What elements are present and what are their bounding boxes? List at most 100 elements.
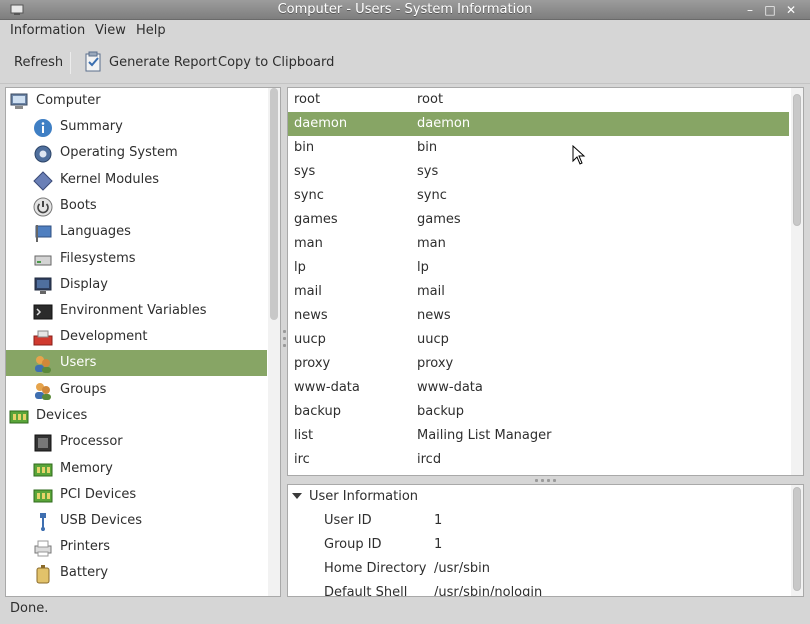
- drive-icon: [34, 255, 52, 266]
- menu-view[interactable]: View: [95, 23, 126, 38]
- realname-cell: backup: [417, 404, 464, 419]
- realname-cell: ircd: [417, 452, 442, 467]
- menu-information[interactable]: Information: [10, 23, 85, 38]
- realname-cell: games: [417, 212, 461, 227]
- detail-value: 1: [434, 537, 443, 552]
- copy-to-clipboard-button[interactable]: Copy to Clipboard: [218, 55, 334, 70]
- users-list-scroll-thumb[interactable]: [793, 94, 801, 226]
- table-row[interactable]: www-data www-data: [288, 376, 789, 400]
- pane-splitter-grip[interactable]: [283, 344, 286, 347]
- menu-bar: Information View Help: [0, 20, 810, 42]
- detail-key: User ID: [324, 513, 372, 528]
- sidebar-item-groups[interactable]: Groups: [6, 377, 267, 403]
- generate-report-button[interactable]: Generate Report: [109, 55, 217, 70]
- sidebar-item-devices[interactable]: Devices: [6, 403, 267, 429]
- status-text: Done.: [10, 601, 49, 616]
- sidebar-item-printers[interactable]: Printers: [6, 534, 267, 560]
- sidebar-item-label: Computer: [36, 93, 101, 108]
- collapse-arrow-icon[interactable]: [292, 493, 302, 499]
- sidebar-item-filesystems[interactable]: Filesystems: [6, 246, 267, 272]
- detail-value: 1: [434, 513, 443, 528]
- sidebar-item-environment-variables[interactable]: Environment Variables: [6, 298, 267, 324]
- username-cell: man: [294, 236, 323, 251]
- username-cell: news: [294, 308, 328, 323]
- sidebar-item-label: Groups: [60, 382, 107, 397]
- info-icon: [34, 119, 52, 137]
- username-cell: lp: [294, 260, 306, 275]
- username-cell: sys: [294, 164, 316, 179]
- table-row[interactable]: mail mail: [288, 280, 789, 304]
- realname-cell: lp: [417, 260, 429, 275]
- realname-cell: bin: [417, 140, 438, 155]
- memory-icon: [33, 463, 53, 477]
- sidebar-item-display[interactable]: Display: [6, 272, 267, 298]
- table-row[interactable]: daemon daemon: [288, 112, 789, 136]
- sidebar-item-computer[interactable]: Computer: [6, 88, 267, 114]
- table-row[interactable]: sync sync: [288, 184, 789, 208]
- sidebar-item-development[interactable]: Development: [6, 324, 267, 350]
- username-cell: uucp: [294, 332, 326, 347]
- table-row[interactable]: proxy proxy: [288, 352, 789, 376]
- sidebar-item-processor[interactable]: Processor: [6, 429, 267, 455]
- table-row[interactable]: bin bin: [288, 136, 789, 160]
- sidebar-item-usb-devices[interactable]: USB Devices: [6, 508, 267, 534]
- devices-icon: [9, 410, 29, 424]
- username-cell: backup: [294, 404, 341, 419]
- power-icon: [33, 197, 53, 217]
- vertical-splitter-grip[interactable]: [535, 479, 538, 482]
- realname-cell: mail: [417, 284, 445, 299]
- sidebar-item-boots[interactable]: Boots: [6, 193, 267, 219]
- realname-cell: daemon: [417, 116, 471, 131]
- development-icon: [33, 330, 53, 346]
- sidebar-item-summary[interactable]: Summary: [6, 114, 267, 140]
- refresh-button[interactable]: Refresh: [14, 55, 63, 70]
- pane-splitter-grip[interactable]: [283, 337, 286, 340]
- users-list-scrollbar[interactable]: [791, 88, 803, 475]
- sidebar-item-memory[interactable]: Memory: [6, 456, 267, 482]
- sidebar-item-pci-devices[interactable]: PCI Devices: [6, 482, 267, 508]
- sidebar-scroll-thumb[interactable]: [270, 88, 278, 320]
- minimize-button[interactable]: –: [742, 3, 758, 17]
- details-heading[interactable]: User Information: [309, 489, 418, 504]
- monitor-icon: [34, 277, 52, 294]
- table-row[interactable]: irc ircd: [288, 448, 789, 472]
- sidebar-item-battery[interactable]: Battery: [6, 560, 267, 586]
- sidebar-scrollbar[interactable]: [268, 88, 280, 596]
- details-scroll-thumb[interactable]: [793, 487, 801, 591]
- sidebar-item-languages[interactable]: Languages: [6, 219, 267, 245]
- sidebar-item-kernel-modules[interactable]: Kernel Modules: [6, 167, 267, 193]
- sidebar-item-label: Development: [60, 329, 148, 344]
- details-scrollbar[interactable]: [791, 485, 803, 596]
- vertical-splitter-grip[interactable]: [547, 479, 550, 482]
- table-row[interactable]: list Mailing List Manager: [288, 424, 789, 448]
- pci-icon: [33, 489, 53, 503]
- table-row[interactable]: games games: [288, 208, 789, 232]
- title-bar: Computer - Users - System Information – …: [0, 0, 810, 20]
- realname-cell: root: [417, 92, 444, 107]
- table-row[interactable]: backup backup: [288, 400, 789, 424]
- realname-cell: Mailing List Manager: [417, 428, 552, 443]
- pane-splitter-grip[interactable]: [283, 330, 286, 333]
- menu-help[interactable]: Help: [136, 23, 166, 38]
- sidebar-item-label: Memory: [60, 461, 113, 476]
- maximize-button[interactable]: □: [762, 3, 778, 17]
- table-row[interactable]: root root: [288, 88, 789, 112]
- table-row[interactable]: man man: [288, 232, 789, 256]
- users-list: root root daemon daemon bin bin sys sys sync sync…: [287, 87, 804, 476]
- sidebar-item-label: Processor: [60, 434, 123, 449]
- sidebar-item-label: Battery: [60, 565, 109, 580]
- username-cell: bin: [294, 140, 315, 155]
- table-row[interactable]: sys sys: [288, 160, 789, 184]
- close-button[interactable]: ✕: [783, 3, 799, 17]
- table-row[interactable]: uucp uucp: [288, 328, 789, 352]
- sidebar-item-users[interactable]: Users: [6, 350, 267, 376]
- table-row[interactable]: news news: [288, 304, 789, 328]
- vertical-splitter-grip[interactable]: [553, 479, 556, 482]
- sidebar-item-operating-system[interactable]: Operating System: [6, 140, 267, 166]
- realname-cell: man: [417, 236, 446, 251]
- table-row[interactable]: lp lp: [288, 256, 789, 280]
- groups-icon: [35, 383, 51, 400]
- vertical-splitter-grip[interactable]: [541, 479, 544, 482]
- sidebar-item-label: Kernel Modules: [60, 172, 160, 187]
- status-bar: Done.: [0, 598, 810, 624]
